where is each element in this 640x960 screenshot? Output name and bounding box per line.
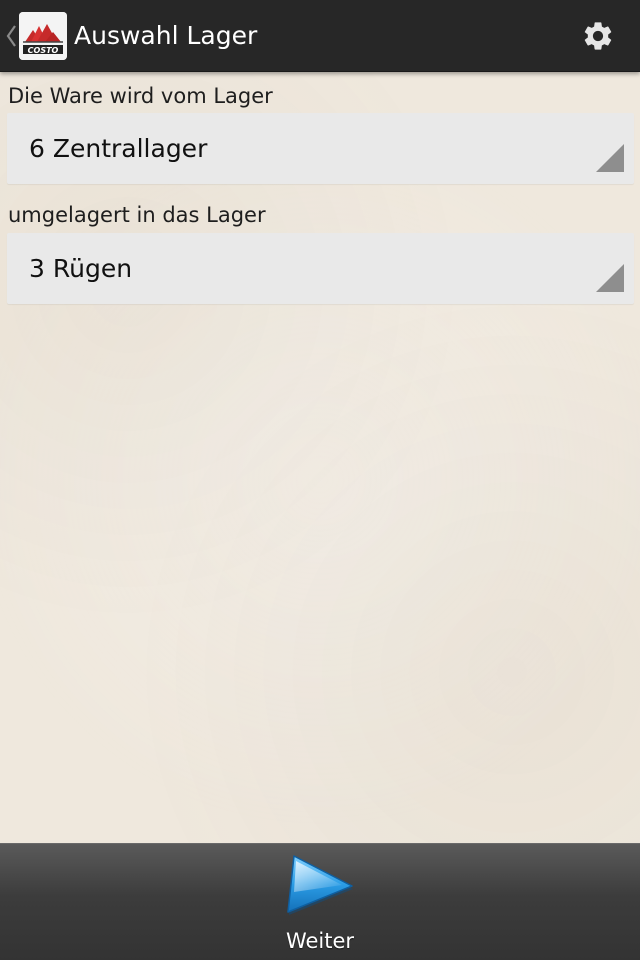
app-logo[interactable]: COSTO <box>19 12 67 60</box>
chevron-left-icon[interactable] <box>4 22 18 50</box>
settings-button[interactable] <box>574 12 622 60</box>
target-warehouse-spinner[interactable]: 3 Rügen <box>7 233 634 304</box>
gear-icon <box>584 22 612 50</box>
action-bar: COSTO Auswahl Lager <box>0 0 640 72</box>
source-warehouse-spinner[interactable]: 6 Zentrallager <box>7 113 634 184</box>
next-button[interactable]: Weiter <box>270 844 370 960</box>
svg-text:COSTO: COSTO <box>28 46 59 55</box>
next-button-label: Weiter <box>285 929 355 953</box>
page-title: Auswahl Lager <box>74 21 258 50</box>
source-warehouse-label: Die Ware wird vom Lager <box>8 84 273 108</box>
target-warehouse-value: 3 Rügen <box>29 254 133 283</box>
costo-logo-icon: COSTO <box>19 12 67 60</box>
play-arrow-icon <box>287 855 353 915</box>
dropdown-arrow-icon <box>596 264 624 292</box>
bottom-bar: Weiter <box>0 843 640 960</box>
target-warehouse-label: umgelagert in das Lager <box>8 203 266 227</box>
source-warehouse-value: 6 Zentrallager <box>29 134 208 163</box>
dropdown-arrow-icon <box>596 144 624 172</box>
